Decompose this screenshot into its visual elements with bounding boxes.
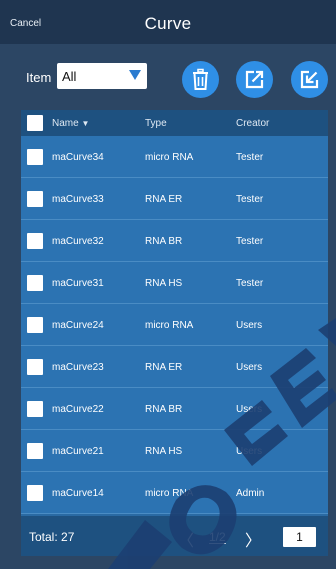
page-indicator: 1/2	[209, 530, 226, 544]
row-name: maCurve31	[52, 278, 104, 289]
item-filter-select[interactable]: All	[57, 63, 147, 89]
column-header-creator: Creator	[236, 118, 270, 129]
row-name: maCurve21	[52, 446, 104, 457]
table-row[interactable]: maCurve21 RNA HS Users	[21, 430, 328, 472]
curve-table: Name ▼ Type Creator maCurve34 micro RNA Te…	[21, 110, 328, 556]
row-creator: Tester	[236, 194, 264, 205]
row-creator: Users	[236, 404, 263, 415]
column-header-type: Type	[145, 118, 167, 129]
row-checkbox[interactable]	[27, 191, 43, 207]
page-number-input[interactable]: 1	[283, 527, 316, 547]
table-row[interactable]: maCurve23 RNA ER Users	[21, 346, 328, 388]
table-body: maCurve34 micro RNA Tester maCurve33 RNA ER T…	[21, 136, 328, 514]
column-header-name-label: Name	[52, 118, 79, 129]
trash-icon	[193, 68, 208, 90]
table-row[interactable]: maCurve14 micro RNA Admin	[21, 472, 328, 514]
row-type: micro RNA	[145, 488, 194, 499]
sort-down-icon: ▼	[81, 119, 90, 128]
table-header: Name ▼ Type Creator	[21, 110, 328, 136]
column-header-name[interactable]: Name ▼	[52, 118, 89, 129]
row-name: maCurve23	[52, 362, 104, 373]
row-type: RNA ER	[145, 362, 183, 373]
table-row[interactable]: maCurve31 RNA HS Tester	[21, 262, 328, 304]
row-name: maCurve14	[52, 488, 104, 499]
export-icon	[245, 70, 264, 89]
row-type: RNA HS	[145, 278, 183, 289]
row-name: maCurve33	[52, 194, 104, 205]
table-row[interactable]: maCurve22 RNA BR Users	[21, 388, 328, 430]
row-creator: Users	[236, 446, 263, 457]
row-checkbox[interactable]	[27, 275, 43, 291]
row-name: maCurve24	[52, 320, 104, 331]
select-all-checkbox[interactable]	[27, 115, 43, 131]
row-creator: Admin	[236, 488, 265, 499]
row-checkbox[interactable]	[27, 149, 43, 165]
row-creator: Users	[236, 362, 263, 373]
row-name: maCurve32	[52, 236, 104, 247]
delete-button[interactable]	[182, 61, 219, 98]
edit-icon	[300, 70, 319, 89]
row-creator: Tester	[236, 236, 264, 247]
table-row[interactable]: maCurve34 micro RNA Tester	[21, 136, 328, 178]
row-creator: Users	[236, 320, 263, 331]
total-count: Total: 27	[29, 530, 75, 544]
row-type: RNA BR	[145, 236, 183, 247]
table-row[interactable]: maCurve24 micro RNA Users	[21, 304, 328, 346]
table-row[interactable]: maCurve33 RNA ER Tester	[21, 178, 328, 220]
row-checkbox[interactable]	[27, 317, 43, 333]
header-bar: Cancel Curve	[0, 0, 336, 44]
row-checkbox[interactable]	[27, 401, 43, 417]
page-title: Curve	[144, 14, 192, 33]
row-checkbox[interactable]	[27, 359, 43, 375]
row-type: RNA HS	[145, 446, 183, 457]
row-type: micro RNA	[145, 320, 194, 331]
row-name: maCurve34	[52, 152, 104, 163]
next-page-button[interactable]: 〉	[245, 527, 261, 551]
edit-button[interactable]	[291, 61, 328, 98]
row-name: maCurve22	[52, 404, 104, 415]
row-type: micro RNA	[145, 152, 194, 163]
row-type: RNA ER	[145, 194, 183, 205]
row-checkbox[interactable]	[27, 233, 43, 249]
table-row[interactable]: maCurve32 RNA BR Tester	[21, 220, 328, 262]
row-creator: Tester	[236, 152, 264, 163]
item-filter-label: Item	[26, 70, 52, 85]
table-footer: Total: 27 〈 1/2 〉 1	[21, 516, 328, 556]
export-button[interactable]	[236, 61, 273, 98]
row-creator: Tester	[236, 278, 264, 289]
prev-page-button[interactable]: 〈	[178, 527, 194, 551]
chevron-down-icon	[129, 70, 141, 80]
row-checkbox[interactable]	[27, 443, 43, 459]
row-checkbox[interactable]	[27, 485, 43, 501]
row-type: RNA BR	[145, 404, 183, 415]
item-filter-value: All	[62, 69, 77, 84]
